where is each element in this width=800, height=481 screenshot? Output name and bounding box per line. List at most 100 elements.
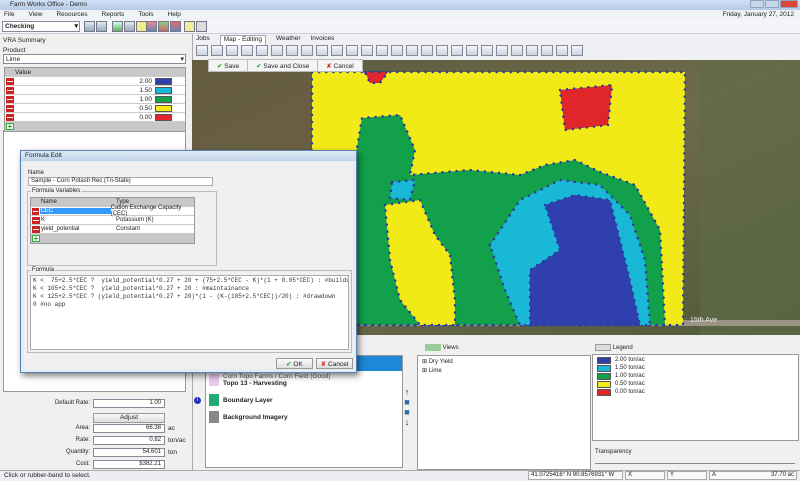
remove-variable-icon[interactable] xyxy=(32,225,40,233)
map-tool-button[interactable] xyxy=(436,45,448,56)
minimize-button[interactable] xyxy=(750,0,764,8)
menu-reports[interactable]: Reports xyxy=(102,11,125,20)
info-icon[interactable]: i xyxy=(194,397,201,404)
toolbar-button[interactable] xyxy=(170,21,181,32)
toolbar-button[interactable] xyxy=(96,21,107,32)
transparency-slider[interactable] xyxy=(595,463,795,464)
variable-type[interactable]: Cation Exchange Capacity (CEC) xyxy=(111,205,194,217)
product-select[interactable]: Lime xyxy=(3,54,186,64)
map-tool-button[interactable] xyxy=(256,45,268,56)
map-tool-button[interactable] xyxy=(226,45,238,56)
toolbar-button[interactable] xyxy=(124,21,135,32)
save-button[interactable]: ✔ Save xyxy=(209,60,249,71)
map-tool-button[interactable] xyxy=(211,45,223,56)
tab-map-editing[interactable]: Map - Editing xyxy=(219,35,267,45)
default-rate-input[interactable]: 1.00 xyxy=(93,399,165,408)
views-item[interactable]: ⊞ Lime xyxy=(418,367,590,374)
color-swatch[interactable] xyxy=(155,104,172,112)
map-tool-button[interactable] xyxy=(271,45,283,56)
menu-help[interactable]: Help xyxy=(168,11,181,20)
remove-row-icon[interactable] xyxy=(6,95,14,103)
variable-row[interactable]: K Potassium (K) xyxy=(31,216,194,225)
maximize-button[interactable] xyxy=(765,0,779,8)
value-row[interactable]: 0.50 xyxy=(5,104,185,113)
menu-view[interactable]: View xyxy=(28,11,42,20)
remove-row-icon[interactable] xyxy=(6,77,14,85)
map-tool-button[interactable] xyxy=(421,45,433,56)
move-down-icon[interactable]: ↓ xyxy=(401,417,413,427)
variable-type[interactable]: Constant xyxy=(116,226,140,232)
variable-row[interactable]: CEC Cation Exchange Capacity (CEC) xyxy=(31,205,194,217)
toolbar-button[interactable] xyxy=(84,21,95,32)
variable-row[interactable]: yield_potential Constant xyxy=(31,225,194,234)
menu-file[interactable]: File xyxy=(4,11,14,20)
close-button[interactable] xyxy=(780,0,798,8)
formula-editor[interactable]: K < 75+2.5*CEC ? yield_potential*0.27 + … xyxy=(30,275,349,350)
remove-variable-icon[interactable] xyxy=(32,207,40,215)
map-tool-button[interactable] xyxy=(556,45,568,56)
cancel-dialog-button[interactable]: ✘ Cancel xyxy=(316,358,353,369)
cancel-button[interactable]: ✘ Cancel xyxy=(318,60,362,71)
value-row[interactable]: 1.50 xyxy=(5,86,185,95)
toolbar-button[interactable] xyxy=(112,21,123,32)
color-swatch[interactable] xyxy=(155,86,172,94)
map-tool-button[interactable] xyxy=(301,45,313,56)
layer-item[interactable]: Background Imagery xyxy=(223,414,288,421)
layer-icon[interactable]: ■ xyxy=(401,407,413,417)
value-row[interactable]: 0.00 xyxy=(5,113,185,122)
map-tool-button[interactable] xyxy=(331,45,343,56)
adjust-button[interactable]: Adjust xyxy=(93,413,165,423)
layer-icon[interactable]: ■ xyxy=(401,397,413,407)
add-variable-icon[interactable]: + xyxy=(32,235,40,243)
layer-item[interactable]: Topo 13 - Harvesting xyxy=(223,380,287,387)
legend-icon[interactable] xyxy=(595,344,611,351)
map-tool-button[interactable] xyxy=(496,45,508,56)
map-tool-button[interactable] xyxy=(361,45,373,56)
add-row-icon[interactable]: + xyxy=(6,123,14,131)
map-tool-button[interactable] xyxy=(376,45,388,56)
menu-resources[interactable]: Resources xyxy=(56,11,87,20)
map-tool-button[interactable] xyxy=(451,45,463,56)
variable-name[interactable]: CEC xyxy=(40,208,111,214)
tab-jobs[interactable]: Jobs xyxy=(196,35,210,45)
color-swatch[interactable] xyxy=(155,95,172,103)
map-tool-button[interactable] xyxy=(196,45,208,56)
ok-button[interactable]: ✔ OK xyxy=(276,358,313,369)
map-tool-button[interactable] xyxy=(541,45,553,56)
remove-row-icon[interactable] xyxy=(6,113,14,121)
map-tool-button[interactable] xyxy=(466,45,478,56)
map-tool-button[interactable] xyxy=(406,45,418,56)
color-swatch[interactable] xyxy=(155,77,172,85)
tab-invoices[interactable]: Invoices xyxy=(310,35,334,45)
color-swatch[interactable] xyxy=(155,113,172,121)
views-item[interactable]: ⊞ Dry Yield xyxy=(418,356,590,367)
map-tool-button[interactable] xyxy=(511,45,523,56)
views-icon[interactable] xyxy=(425,344,441,351)
map-tool-button[interactable] xyxy=(571,45,583,56)
layer-item[interactable]: Corn Topo Farms / Corn Field (Good) xyxy=(223,373,331,380)
variable-type[interactable]: Potassium (K) xyxy=(116,217,154,223)
toolbar-button[interactable] xyxy=(184,21,195,32)
value-row[interactable]: 2.00 xyxy=(5,77,185,86)
menu-tools[interactable]: Tools xyxy=(138,11,153,20)
map-tool-button[interactable] xyxy=(286,45,298,56)
remove-variable-icon[interactable] xyxy=(32,216,40,224)
toolbar-button[interactable] xyxy=(196,21,207,32)
account-select[interactable]: Checking xyxy=(2,21,80,32)
map-tool-button[interactable] xyxy=(241,45,253,56)
remove-row-icon[interactable] xyxy=(6,86,14,94)
map-tool-button[interactable] xyxy=(346,45,358,56)
name-input[interactable]: Sample - Corn Potash Rec (Tri-State) xyxy=(28,177,213,186)
value-row[interactable]: 1.00 xyxy=(5,95,185,104)
variable-name[interactable]: K xyxy=(41,217,116,223)
move-up-icon[interactable]: ↑ xyxy=(401,387,413,397)
save-and-close-button[interactable]: ✔ Save and Close xyxy=(248,60,319,71)
map-tool-button[interactable] xyxy=(316,45,328,56)
map-tool-button[interactable] xyxy=(481,45,493,56)
toolbar-button[interactable] xyxy=(158,21,169,32)
zone-red[interactable] xyxy=(558,83,614,132)
map-tool-button[interactable] xyxy=(526,45,538,56)
tab-weather[interactable]: Weather xyxy=(276,35,300,45)
toolbar-button[interactable] xyxy=(146,21,157,32)
variable-name[interactable]: yield_potential xyxy=(41,226,116,232)
